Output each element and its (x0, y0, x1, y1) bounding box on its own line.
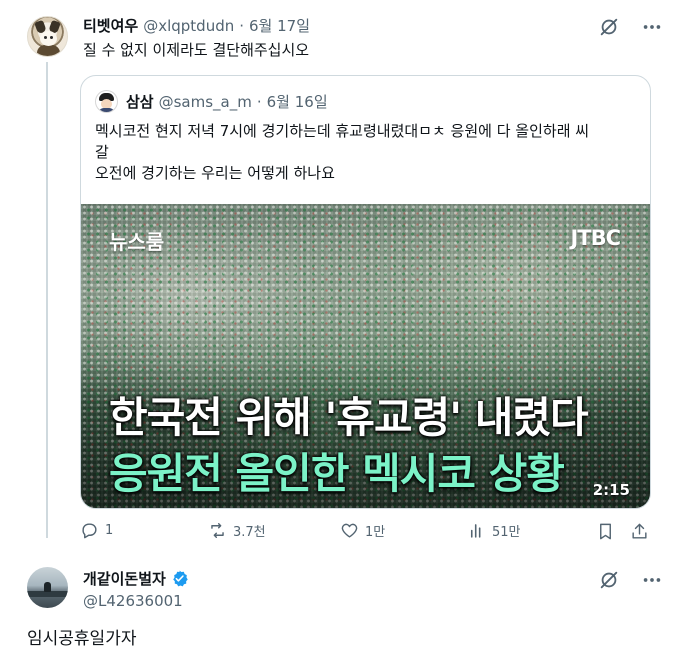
video-headline-line1: 한국전 위해 '휴교령' 내렸다 (109, 393, 589, 442)
reply-header: 개같이돈벌자 (83, 568, 189, 589)
thread-line (46, 62, 48, 538)
author-handle[interactable]: @xlqptdudn (143, 17, 234, 35)
avatar[interactable] (27, 16, 68, 57)
avatar-figure (44, 582, 51, 592)
quoted-tweet[interactable]: 삼삼 @sams_a_m · 6월 16일 멕시코전 현지 저녁 7시에 경기하… (80, 75, 651, 509)
tweet-date[interactable]: 6월 17일 (249, 15, 310, 36)
video-duration: 2:15 (592, 481, 630, 499)
reply-handle[interactable]: @L42636001 (83, 592, 183, 610)
avatar-body (37, 45, 60, 56)
reply-button[interactable]: 1 (80, 521, 113, 540)
tweet-text: 질 수 없지 이제라도 결단해주십시오 (83, 41, 310, 59)
more-icon[interactable] (641, 16, 663, 38)
quoted-text-line: 갈 (95, 143, 109, 161)
avatar-eye (50, 36, 53, 39)
reply-icon (82, 523, 97, 539)
views-icon (470, 524, 481, 538)
avatar-shirt (98, 108, 115, 112)
repost-icon (211, 523, 224, 538)
quoted-text-line: 멕시코전 현지 저녁 7시에 경기하는데 휴교령내렸대ㅁㅊ 응원에 다 올인하래… (95, 122, 590, 140)
author-name[interactable]: 티벳여우 (83, 15, 138, 36)
quoted-handle[interactable]: @sams_a_m (159, 93, 252, 111)
separator-dot: · (239, 17, 245, 35)
channel-logo: JTBC (570, 226, 621, 250)
quoted-author-name[interactable]: 삼삼 (126, 91, 154, 112)
quoted-header: 삼삼 @sams_a_m · 6월 16일 (126, 91, 328, 112)
reply-avatar[interactable] (27, 567, 68, 608)
like-icon (341, 523, 358, 538)
tweet-header: 티벳여우 @xlqptdudn · 6월 17일 (83, 15, 310, 36)
reply-text: 임시공휴일가자 (27, 629, 137, 649)
grok-icon[interactable] (598, 569, 620, 591)
like-count: 1만 (365, 525, 386, 540)
repost-button[interactable]: 3.7천 (208, 521, 266, 540)
separator-dot: · (256, 93, 262, 111)
views-button[interactable]: 51만 (467, 521, 521, 540)
video-player[interactable]: 뉴스룸 JTBC 한국전 위해 '휴교령' 내렸다 응원전 올인한 멕시코 상황… (81, 204, 650, 508)
bookmark-icon[interactable] (596, 522, 615, 541)
more-icon[interactable] (641, 569, 663, 591)
reply-count: 1 (105, 523, 114, 538)
avatar-eye (44, 36, 47, 39)
share-icon[interactable] (630, 522, 649, 541)
quoted-text: 멕시코전 현지 저녁 7시에 경기하는데 휴교령내렸대ㅁㅊ 응원에 다 올인하래… (95, 121, 635, 184)
action-bar: 1 3.7천 1만 51만 (80, 521, 651, 547)
quoted-text-line: 오전에 경기하는 우리는 어떻게 하나요 (95, 164, 335, 182)
quoted-date[interactable]: 6월 16일 (267, 91, 328, 112)
like-button[interactable]: 1만 (340, 521, 385, 540)
views-count: 51만 (492, 525, 521, 540)
reply-author-name[interactable]: 개같이돈벌자 (83, 568, 166, 589)
avatar-face (40, 31, 57, 46)
repost-count: 3.7천 (233, 525, 266, 540)
video-corner-label: 뉴스룸 (109, 230, 165, 254)
video-headline-line2: 응원전 올인한 멕시코 상황 (109, 449, 565, 498)
quoted-avatar[interactable] (95, 90, 118, 113)
grok-icon[interactable] (598, 16, 620, 38)
verified-badge-icon (173, 570, 188, 587)
